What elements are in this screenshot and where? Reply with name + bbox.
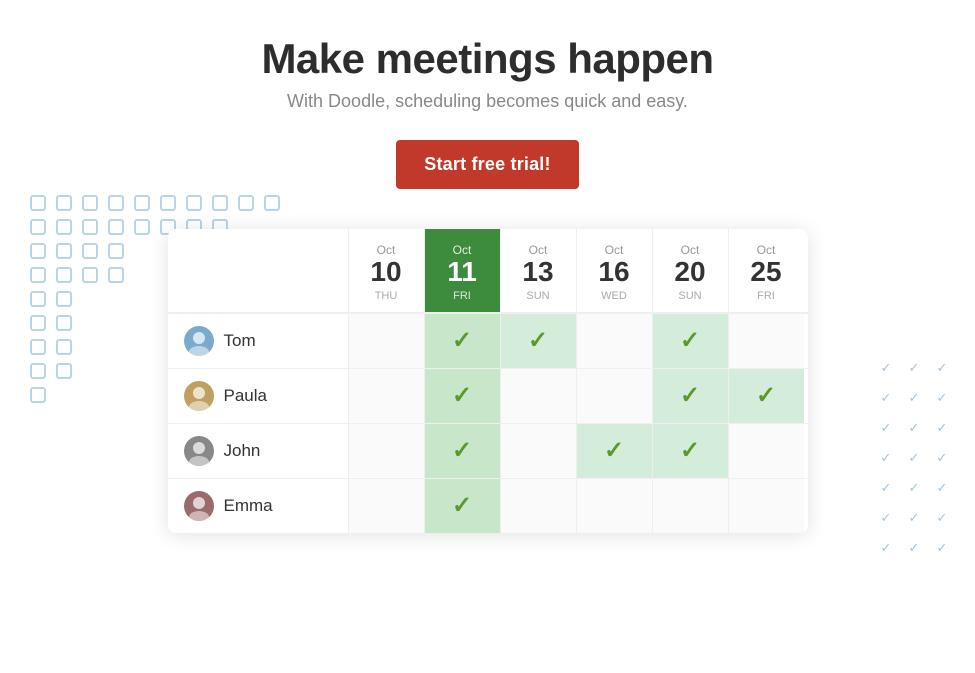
vote-oct10-emma[interactable] <box>348 479 424 533</box>
date-col-oct10: Oct 10 THU <box>348 229 424 312</box>
person-name-emma: Emma <box>224 496 273 516</box>
vote-oct16-paula[interactable] <box>576 369 652 423</box>
date-col-oct16: Oct 16 WED <box>576 229 652 312</box>
vote-oct13-tom[interactable]: ✓ <box>500 314 576 368</box>
date-col-oct13: Oct 13 SUN <box>500 229 576 312</box>
page-subheadline: With Doodle, scheduling becomes quick an… <box>287 91 688 112</box>
avatar-paula <box>184 381 214 411</box>
avatar-emma <box>184 491 214 521</box>
vote-oct11-emma[interactable]: ✓ <box>424 479 500 533</box>
vote-oct20-john[interactable]: ✓ <box>652 424 728 478</box>
date-header-row: Oct 10 THU Oct 11 FRI Oct 13 SUN <box>168 229 808 313</box>
vote-oct25-john[interactable] <box>728 424 804 478</box>
vote-oct20-emma[interactable] <box>652 479 728 533</box>
person-cell-paula: Paula <box>168 369 348 423</box>
vote-oct10-paula[interactable] <box>348 369 424 423</box>
vote-oct13-john[interactable] <box>500 424 576 478</box>
person-name-tom: Tom <box>224 331 256 351</box>
vote-oct11-tom[interactable]: ✓ <box>424 314 500 368</box>
avatar-john <box>184 436 214 466</box>
vote-oct11-john[interactable]: ✓ <box>424 424 500 478</box>
person-row-tom: Tom ✓ ✓ ✓ <box>168 313 808 368</box>
page-headline: Make meetings happen <box>261 35 713 83</box>
vote-oct10-tom[interactable] <box>348 314 424 368</box>
vote-oct25-paula[interactable]: ✓ <box>728 369 804 423</box>
main-content: Make meetings happen With Doodle, schedu… <box>0 0 975 533</box>
person-row-john: John ✓ ✓ ✓ <box>168 423 808 478</box>
person-cell-emma: Emma <box>168 479 348 533</box>
person-cell-john: John <box>168 424 348 478</box>
vote-oct20-tom[interactable]: ✓ <box>652 314 728 368</box>
name-col-header <box>168 229 348 312</box>
avatar-tom <box>184 326 214 356</box>
vote-oct11-paula[interactable]: ✓ <box>424 369 500 423</box>
vote-oct25-tom[interactable] <box>728 314 804 368</box>
cta-button[interactable]: Start free trial! <box>396 140 578 189</box>
vote-oct20-paula[interactable]: ✓ <box>652 369 728 423</box>
calendar-wrapper: Oct 10 THU Oct 11 FRI Oct 13 SUN <box>0 229 975 533</box>
vote-oct16-tom[interactable] <box>576 314 652 368</box>
vote-oct16-emma[interactable] <box>576 479 652 533</box>
date-col-oct25: Oct 25 FRI <box>728 229 804 312</box>
person-row-paula: Paula ✓ ✓ ✓ <box>168 368 808 423</box>
vote-oct10-john[interactable] <box>348 424 424 478</box>
date-col-oct11: Oct 11 FRI <box>424 229 500 312</box>
vote-oct13-emma[interactable] <box>500 479 576 533</box>
calendar-table: Oct 10 THU Oct 11 FRI Oct 13 SUN <box>168 229 808 533</box>
vote-oct16-john[interactable]: ✓ <box>576 424 652 478</box>
person-name-john: John <box>224 441 261 461</box>
person-row-emma: Emma ✓ <box>168 478 808 533</box>
date-col-oct20: Oct 20 SUN <box>652 229 728 312</box>
vote-oct25-emma[interactable] <box>728 479 804 533</box>
person-name-paula: Paula <box>224 386 267 406</box>
vote-oct13-paula[interactable] <box>500 369 576 423</box>
person-cell-tom: Tom <box>168 314 348 368</box>
